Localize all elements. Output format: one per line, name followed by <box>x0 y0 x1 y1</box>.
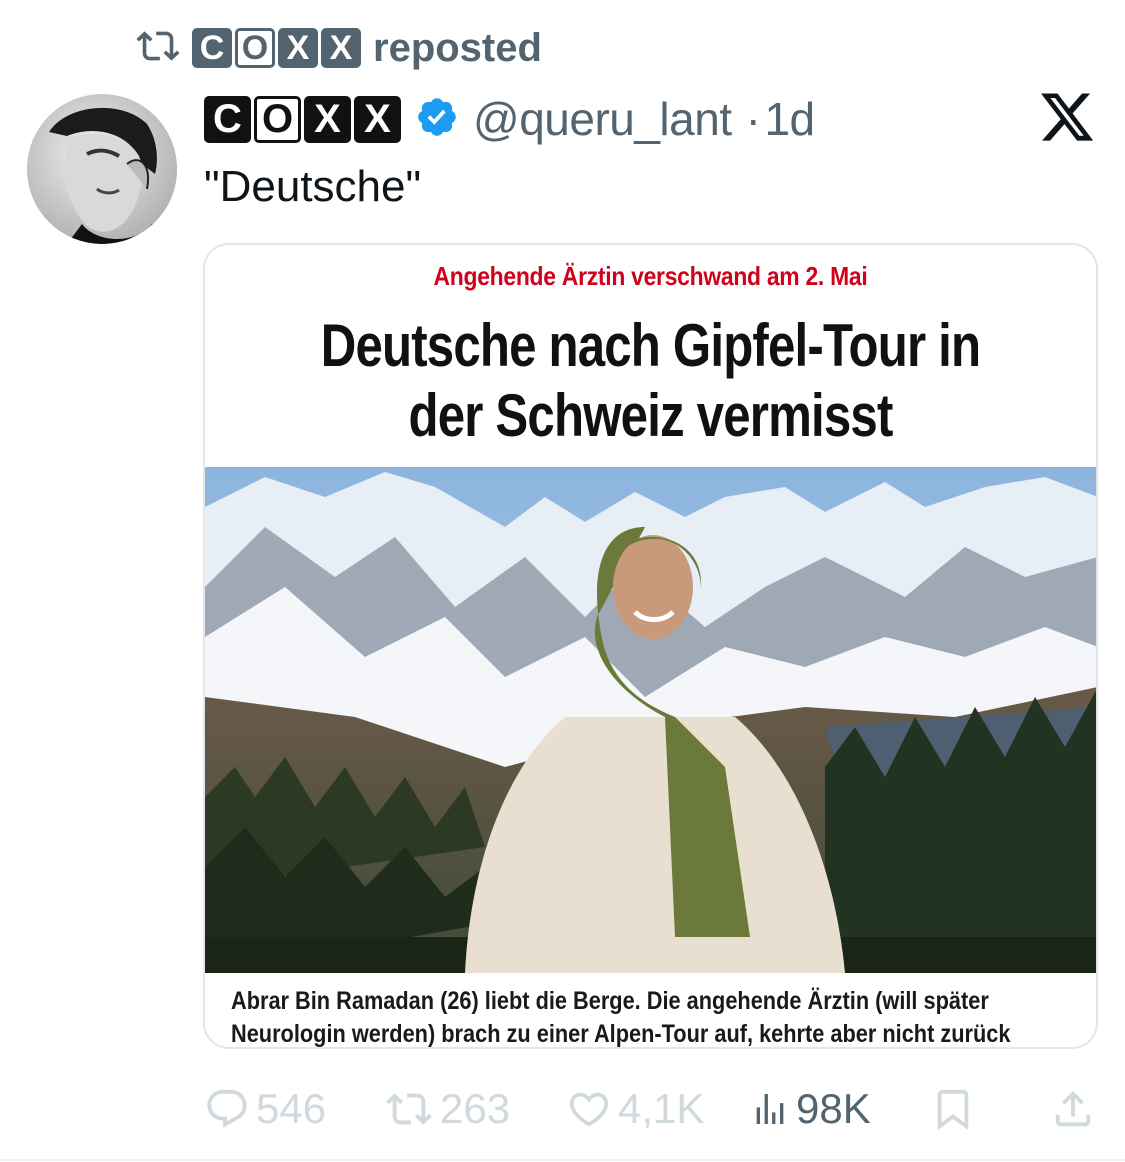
share-icon <box>1055 1090 1091 1127</box>
views-icon <box>756 1094 784 1124</box>
bookmark-icon <box>937 1089 969 1130</box>
like-count: 4,1K <box>618 1085 705 1132</box>
x-logo-icon <box>1038 88 1096 146</box>
article-photo <box>205 467 1096 973</box>
reply-button[interactable]: 546 <box>204 1085 326 1133</box>
article-headline: Deutsche nach Gipfel-Tour in der Schweiz… <box>320 312 981 449</box>
verified-badge-icon[interactable] <box>415 95 459 144</box>
repost-header[interactable]: C O X X reposted <box>136 26 542 70</box>
repost-count: 263 <box>440 1085 511 1132</box>
name-letter: X <box>321 28 361 68</box>
tweet-text: "Deutsche" <box>204 162 422 211</box>
views-button[interactable]: 98K <box>750 1085 871 1133</box>
reply-count: 546 <box>256 1085 327 1132</box>
reposted-label: reposted <box>373 25 542 70</box>
repost-icon <box>386 1093 432 1125</box>
name-letter: O <box>235 28 275 68</box>
media-card[interactable]: Angehende Ärztin verschwand am 2. Mai De… <box>203 243 1098 1049</box>
article-kicker: Angehende Ärztin verschwand am 2. Mai <box>433 261 868 291</box>
bottom-divider <box>0 1159 1125 1161</box>
name-letter: O <box>254 95 301 143</box>
name-letter: X <box>304 95 351 143</box>
name-letter: X <box>354 95 401 143</box>
article-caption: Abrar Bin Ramadan (26) liebt die Berge. … <box>231 987 1011 1048</box>
views-count: 98K <box>796 1085 871 1132</box>
avatar[interactable] <box>27 94 177 244</box>
bookmark-button[interactable] <box>930 1086 976 1132</box>
avatar-portrait <box>27 94 177 244</box>
author-handle[interactable]: @queru_lant <box>473 92 732 146</box>
reposter-name[interactable]: C O X X <box>192 28 361 68</box>
tweet-author-row[interactable]: C O X X @queru_lant · 1d <box>204 92 815 146</box>
heart-icon <box>569 1092 609 1127</box>
author-display-name[interactable]: C O X X <box>204 95 401 143</box>
share-button[interactable] <box>1050 1086 1096 1132</box>
timestamp[interactable]: 1d <box>764 92 815 146</box>
reply-icon <box>207 1089 247 1128</box>
name-letter: X <box>278 28 318 68</box>
like-button[interactable]: 4,1K <box>566 1085 704 1133</box>
separator-dot: · <box>745 93 761 145</box>
tweet-action-bar: 546 263 4,1K 98K <box>204 1080 1104 1138</box>
repost-button[interactable]: 263 <box>384 1085 510 1133</box>
name-letter: C <box>204 95 251 143</box>
name-letter: C <box>192 28 232 68</box>
repost-icon <box>136 28 180 69</box>
